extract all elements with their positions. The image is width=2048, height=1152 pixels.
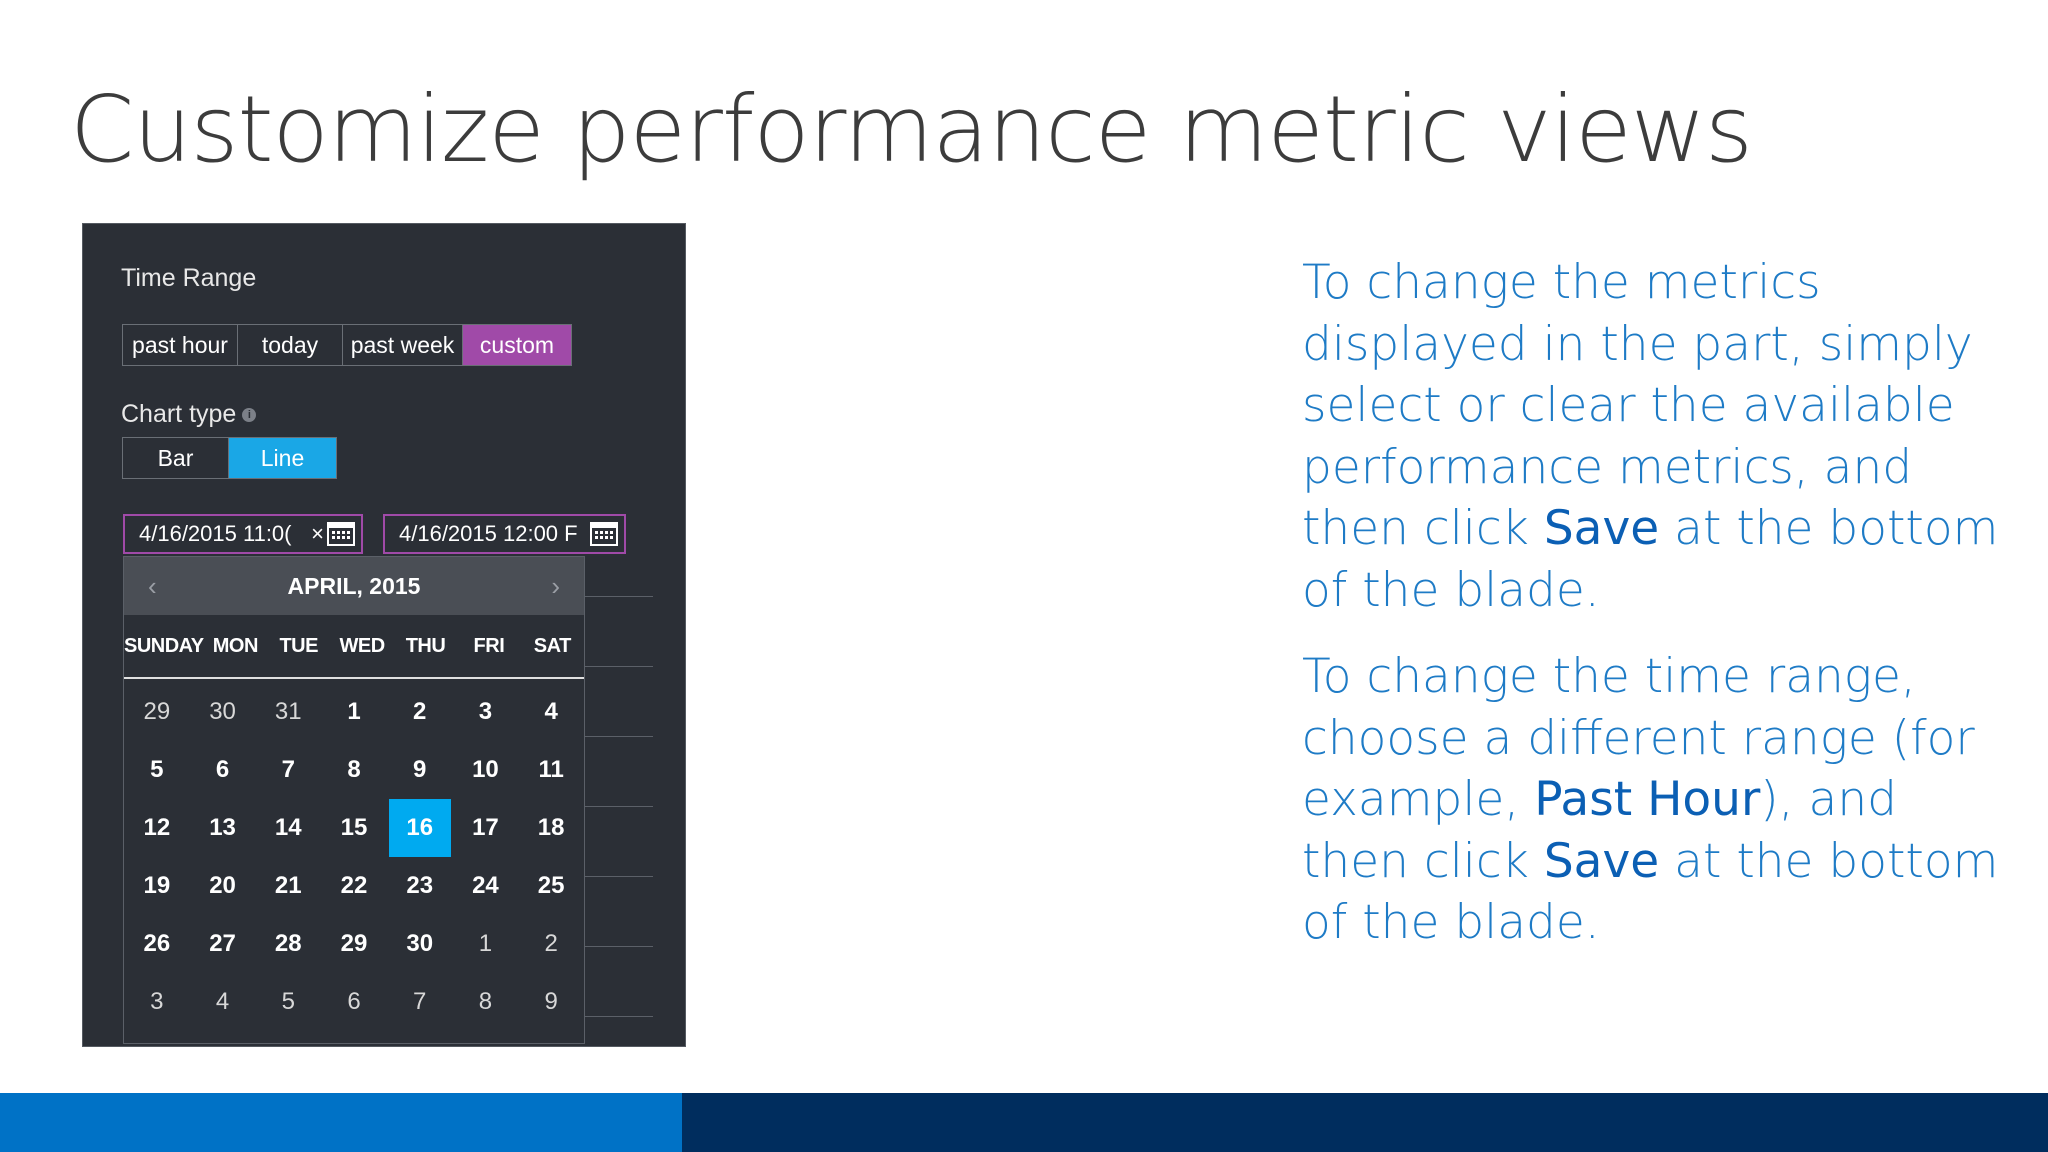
calendar-day[interactable]: 3 [126,973,188,1031]
calendar-day[interactable]: 21 [257,857,319,915]
date-picker-calendar: ‹ APRIL, 2015 › SUNDAY MON TUE WED THU F… [123,556,585,1044]
calendar-day[interactable]: 22 [323,857,385,915]
end-date-value: 4/16/2015 12:00 F [399,521,578,546]
start-date-value: 4/16/2015 11:0( [139,521,292,546]
prev-month-icon[interactable]: ‹ [148,571,157,602]
calendar-icon[interactable] [590,522,618,546]
weekday-label: WED [339,634,386,657]
calendar-day[interactable]: 30 [192,683,254,741]
calendar-day[interactable]: 12 [126,799,188,857]
calendar-day[interactable]: 6 [192,741,254,799]
calendar-day[interactable]: 7 [257,741,319,799]
bar-button[interactable]: Bar [123,438,229,478]
footer-bar-left [0,1093,682,1152]
calendar-day[interactable]: 29 [323,915,385,973]
calendar-day-selected[interactable]: 16 [388,799,451,857]
footer-bar-right [682,1093,2048,1152]
calendar-day[interactable]: 29 [126,683,188,741]
weekday-label: FRI [473,634,505,657]
calendar-day[interactable]: 30 [389,915,451,973]
chart-type-label: Chart type i [121,400,257,429]
calendar-day[interactable]: 26 [126,915,188,973]
calendar-day[interactable]: 3 [455,683,517,741]
save-emphasis: Save [1543,501,1660,556]
calendar-day[interactable]: 5 [257,973,319,1031]
calendar-day[interactable]: 6 [323,973,385,1031]
calendar-day[interactable]: 11 [520,741,582,799]
calendar-day[interactable]: 13 [192,799,254,857]
calendar-day[interactable]: 5 [126,741,188,799]
calendar-day[interactable]: 17 [455,799,517,857]
instruction-time-range: To change the time range, choose a diffe… [1302,646,2002,954]
calendar-icon[interactable] [327,522,355,546]
save-emphasis: Save [1543,833,1660,889]
weekday-label: SUNDAY [124,634,204,657]
slide-title: Customize performance metric views [70,76,1753,183]
end-date-input[interactable]: 4/16/2015 12:00 F [383,514,626,554]
past-week-button[interactable]: past week [343,325,463,365]
calendar-day[interactable]: 8 [323,741,385,799]
calendar-day[interactable]: 20 [192,857,254,915]
calendar-day[interactable]: 7 [389,973,451,1031]
line-button[interactable]: Line [229,438,336,478]
calendar-day[interactable]: 1 [323,683,385,741]
clear-icon[interactable]: × [308,521,327,547]
next-month-icon[interactable]: › [551,571,560,602]
calendar-day[interactable]: 23 [389,857,451,915]
calendar-day[interactable]: 19 [126,857,188,915]
past-hour-button[interactable]: past hour [123,325,238,365]
calendar-day[interactable]: 2 [520,915,582,973]
calendar-day[interactable]: 9 [389,741,451,799]
time-range-label: Time Range [121,264,257,292]
weekday-label: SAT [533,634,572,657]
chart-type-selector: Bar Line [122,437,337,479]
calendar-day[interactable]: 4 [192,973,254,1031]
past-hour-emphasis: Past Hour [1534,772,1761,827]
calendar-day[interactable]: 8 [455,973,517,1031]
calendar-day[interactable]: 2 [389,683,451,741]
chart-type-label-text: Chart type [121,400,237,428]
calendar-day[interactable]: 25 [520,857,582,915]
calendar-day[interactable]: 24 [455,857,517,915]
calendar-day[interactable]: 15 [323,799,385,857]
time-range-blade: Time Range past hour today past week cus… [82,223,686,1047]
calendar-header: ‹ APRIL, 2015 › [124,557,584,615]
today-button[interactable]: today [238,325,343,365]
weekday-label: TUE [279,634,318,657]
calendar-day[interactable]: 4 [520,683,582,741]
calendar-day[interactable]: 10 [455,741,517,799]
calendar-day-grid: 29 30 31 1 2 3 4 5 6 7 8 9 10 11 12 13 14 15 16 17 18 19 20 21 2… [124,683,584,1031]
calendar-day[interactable]: 28 [257,915,319,973]
calendar-day[interactable]: 27 [192,915,254,973]
weekday-label: THU [405,634,446,657]
time-range-selector: past hour today past week custom [122,324,572,366]
info-icon[interactable]: i [242,408,257,423]
month-label: APRIL, 2015 [287,572,421,599]
calendar-day[interactable]: 9 [520,973,582,1031]
custom-button[interactable]: custom [463,325,571,365]
weekday-label: MON [212,634,259,657]
calendar-day[interactable]: 31 [257,683,319,741]
calendar-day[interactable]: 14 [257,799,319,857]
instruction-metrics: To change the metrics displayed in the p… [1302,252,2002,621]
weekday-header: SUNDAY MON TUE WED THU FRI SAT [124,615,584,679]
start-date-input[interactable]: 4/16/2015 11:0( × [123,514,363,554]
calendar-day[interactable]: 1 [455,915,517,973]
calendar-day[interactable]: 18 [520,799,582,857]
